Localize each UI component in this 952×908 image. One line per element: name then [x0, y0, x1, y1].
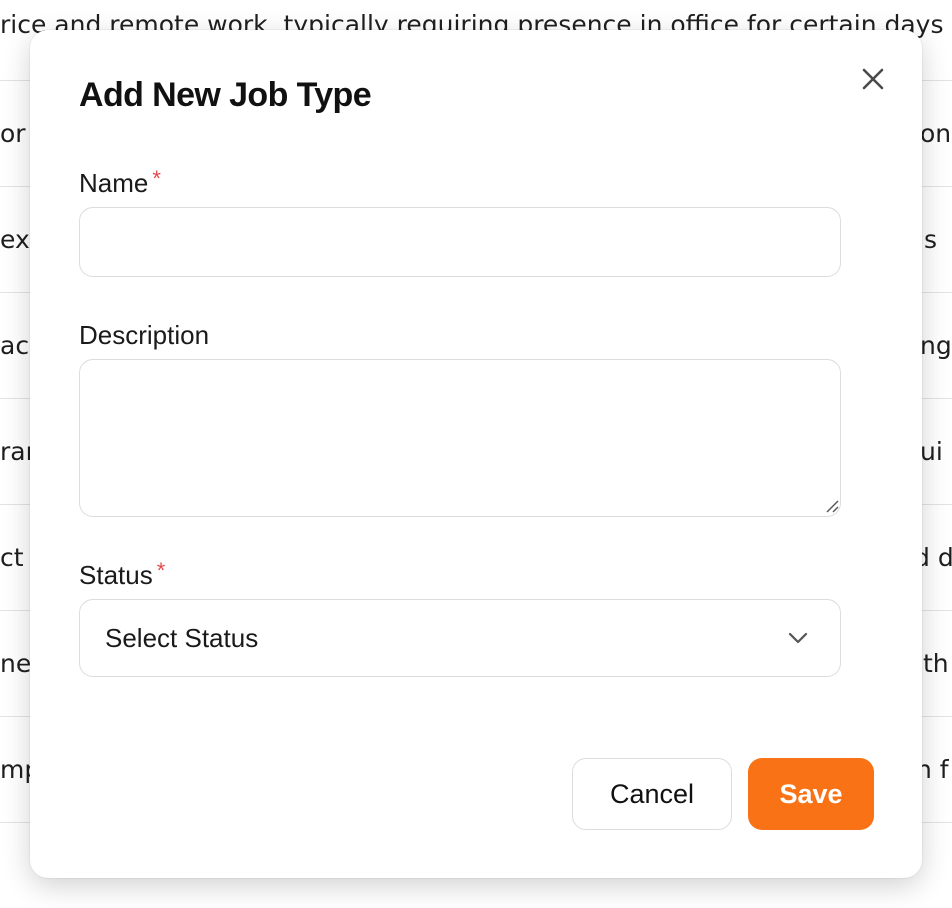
name-input[interactable]: [79, 207, 841, 277]
table-cell: ng: [920, 331, 952, 360]
description-label: Description: [79, 320, 209, 351]
status-select[interactable]: Select Status: [79, 599, 841, 677]
close-icon: [862, 68, 884, 90]
cancel-button[interactable]: Cancel: [572, 758, 732, 830]
description-label-text: Description: [79, 320, 210, 350]
table-cell: ac: [0, 331, 30, 360]
status-label-text: Status: [79, 560, 153, 590]
chevron-down-icon: [787, 627, 809, 649]
table-cell: s: [924, 225, 938, 254]
table-cell: on: [920, 119, 952, 148]
name-label: Name *: [79, 166, 161, 199]
modal-title: Add New Job Type: [79, 76, 372, 114]
required-asterisk: *: [156, 558, 166, 583]
status-label: Status *: [79, 558, 166, 591]
save-button[interactable]: Save: [748, 758, 874, 830]
description-textarea[interactable]: [79, 359, 841, 517]
table-cell: or: [0, 119, 26, 148]
status-select-value: Select Status: [105, 622, 259, 653]
name-label-text: Name: [79, 168, 149, 198]
table-cell: ne: [0, 649, 32, 678]
resize-handle-icon[interactable]: [823, 497, 839, 513]
close-button[interactable]: [856, 62, 890, 96]
add-job-type-modal: Add New Job Type Name * Description Statu…: [30, 30, 922, 878]
table-cell: ui: [920, 437, 943, 466]
required-asterisk: *: [152, 166, 161, 191]
